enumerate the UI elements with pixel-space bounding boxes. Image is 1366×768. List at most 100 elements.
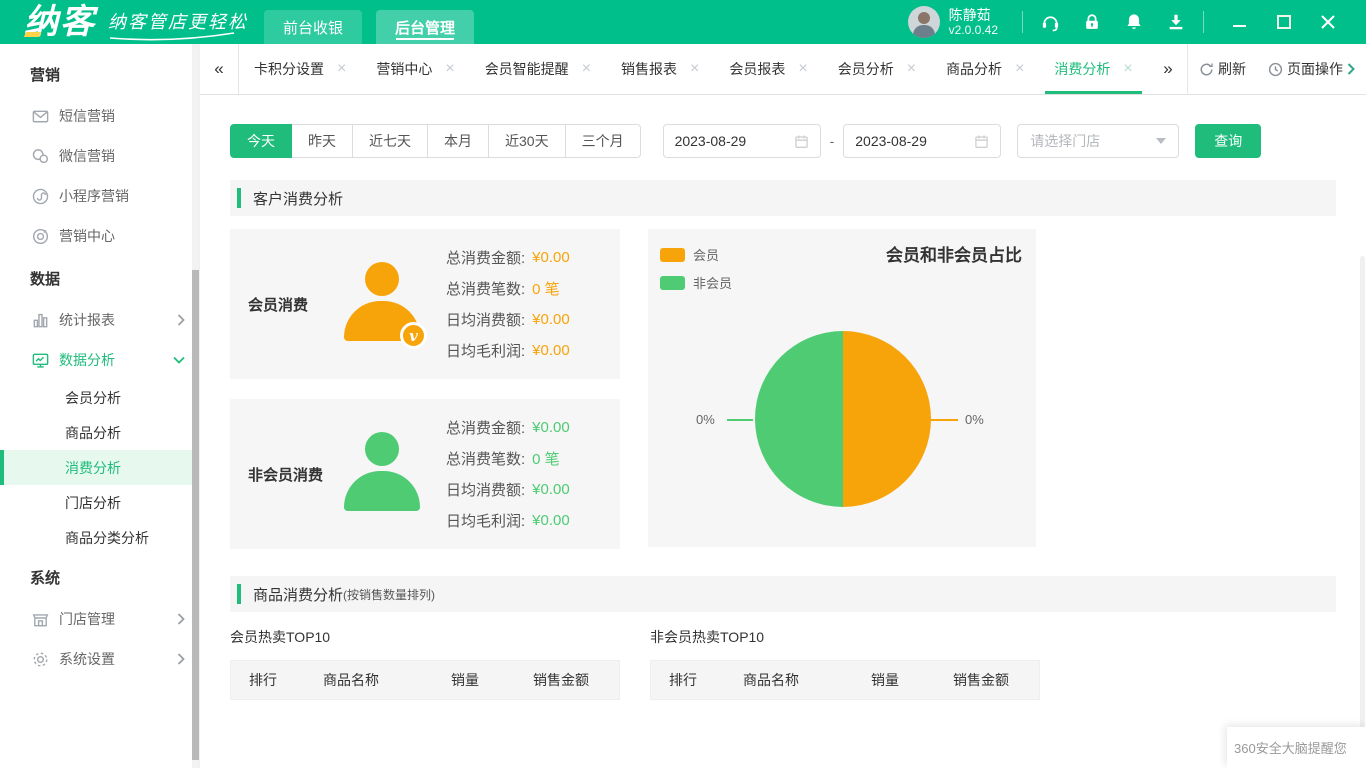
legend-swatch-member: [660, 247, 685, 262]
sidebar-item-marketing-center[interactable]: 营销中心: [0, 216, 199, 256]
sidebar-item-statistic-reports[interactable]: 统计报表: [0, 300, 199, 340]
legend-item-nonmember[interactable]: 非会员: [660, 273, 732, 292]
user-name: 陈静茹: [948, 7, 991, 23]
sidebar-item-miniprogram-marketing[interactable]: 小程序营销: [0, 176, 199, 216]
member-consumption-card: 会员消费 v 总消费金额: ¥0.00 总消费笔数: 0 笔 日均消费额: ¥0…: [230, 229, 620, 379]
sidebar-item-sms-marketing[interactable]: 短信营销: [0, 96, 199, 136]
range-last30days-button[interactable]: 近30天: [488, 124, 566, 158]
stat-row: 日均消费额: ¥0.00: [446, 481, 570, 499]
date-from-input[interactable]: 2023-08-29: [662, 124, 821, 158]
wechat-icon: [30, 146, 50, 166]
query-button[interactable]: 查询: [1195, 124, 1262, 158]
sidebar-item-system-settings[interactable]: 系统设置: [0, 639, 199, 679]
stat-row: 总消费笔数: 0 笔: [446, 451, 560, 468]
sidebar-item-data-analysis[interactable]: 数据分析: [0, 340, 199, 380]
section-accent-bar: [237, 188, 241, 208]
close-icon[interactable]: ×: [445, 61, 454, 77]
gear-icon: [30, 649, 50, 669]
sidebar-subitem-consumption-analysis[interactable]: 消费分析: [0, 450, 199, 485]
tabs-scroll-right-button[interactable]: »: [1149, 44, 1187, 94]
pie-callout-right: [931, 419, 958, 421]
sidebar-subitem-product-category-analysis[interactable]: 商品分类分析: [0, 520, 199, 555]
download-icon[interactable]: [1155, 12, 1197, 32]
tab-member-report[interactable]: 会员报表 ×: [714, 44, 822, 94]
sidebar-subitem-store-analysis[interactable]: 门店分析: [0, 485, 199, 520]
sidebar-section-system: 系统: [30, 569, 61, 587]
customer-analysis-row: 会员消费 v 总消费金额: ¥0.00 总消费笔数: 0 笔 日均消费额: ¥0…: [230, 229, 1336, 549]
sidebar-section-marketing: 营销: [30, 66, 61, 84]
legend-item-member[interactable]: 会员: [660, 245, 732, 264]
tab-member-smart-reminder[interactable]: 会员智能提醒 ×: [470, 44, 606, 94]
tab-card-points-settings[interactable]: 卡积分设置 ×: [239, 44, 361, 94]
tab-bar: « 卡积分设置 × 营销中心 × 会员智能提醒 × 销售报表 × 会员报表 × …: [200, 44, 1366, 95]
store-select[interactable]: 请选择门店: [1017, 124, 1180, 158]
close-icon[interactable]: ×: [798, 61, 807, 77]
tab-sales-report[interactable]: 销售报表 ×: [606, 44, 714, 94]
pie-label-nonmember-percent: 0%: [696, 412, 715, 427]
date-to-input[interactable]: 2023-08-29: [843, 124, 1002, 158]
range-thismonth-button[interactable]: 本月: [427, 124, 489, 158]
close-icon[interactable]: ×: [1123, 61, 1132, 77]
tagline-swoosh: [109, 32, 235, 41]
pie-chart-panel: 会员 非会员 会员和非会员占比 0% 0%: [648, 229, 1036, 547]
app-logo: 纳客: [23, 0, 96, 44]
topbar-divider: [1022, 11, 1023, 33]
close-icon[interactable]: ×: [1015, 61, 1024, 77]
range-last7days-button[interactable]: 近七天: [352, 124, 428, 158]
maximize-button[interactable]: [1262, 15, 1306, 29]
nav-backend-admin-button[interactable]: 后台管理: [376, 10, 475, 44]
app-header: 纳客 纳客管店更轻松 前台收银 后台管理 陈静茹 v2.0.0.42: [0, 0, 1366, 44]
tab-marketing-center[interactable]: 营销中心 ×: [361, 44, 469, 94]
target-icon: [30, 226, 50, 246]
tab-consumption-analysis[interactable]: 消费分析 ×: [1039, 44, 1147, 94]
sidebar-item-wechat-marketing[interactable]: 微信营销: [0, 136, 199, 176]
page-operations-button[interactable]: 页面操作: [1257, 59, 1366, 79]
member-top10-table: 会员热卖TOP10 排行 商品名称 销量 销售金额: [230, 612, 620, 700]
chevron-down-icon: [173, 356, 185, 364]
close-icon[interactable]: ×: [582, 61, 591, 77]
pie-chart: [755, 331, 931, 507]
logo-accent-mark: [23, 32, 42, 37]
range-today-button[interactable]: 今天: [230, 124, 292, 158]
nonmember-person-icon: [334, 432, 430, 516]
main-scrollbar-thumb[interactable]: [1360, 256, 1365, 768]
range-threemonths-button[interactable]: 三个月: [564, 124, 641, 158]
bell-icon[interactable]: [1113, 12, 1155, 32]
security-toast: 360安全大脑提醒您: [1227, 727, 1366, 768]
consumption-cards-column: 会员消费 v 总消费金额: ¥0.00 总消费笔数: 0 笔 日均消费额: ¥0…: [230, 229, 620, 549]
bar-chart-icon: [30, 310, 50, 330]
page-ops-icon: [1268, 62, 1283, 77]
analytics-icon: [30, 350, 50, 370]
pie-label-member-percent: 0%: [965, 412, 984, 427]
window-controls: [1218, 15, 1350, 29]
sidebar-item-store-management[interactable]: 门店管理: [0, 599, 199, 639]
calendar-icon: [794, 135, 808, 148]
stat-row: 日均毛利润: ¥0.00: [446, 342, 570, 360]
chevron-right-icon: [177, 653, 185, 665]
refresh-button[interactable]: 刷新: [1188, 59, 1257, 79]
tab-product-analysis[interactable]: 商品分析 ×: [931, 44, 1039, 94]
sidebar-subitem-member-analysis[interactable]: 会员分析: [0, 380, 199, 415]
close-icon[interactable]: ×: [907, 61, 916, 77]
customer-consumption-section-header: 客户消费分析: [230, 180, 1336, 216]
minimize-button[interactable]: [1218, 15, 1262, 29]
close-icon[interactable]: ×: [690, 61, 699, 77]
stat-row: 日均毛利润: ¥0.00: [446, 512, 570, 530]
sidebar-subitem-product-analysis[interactable]: 商品分析: [0, 415, 199, 450]
close-icon[interactable]: ×: [337, 61, 346, 77]
tabs-scroll-left-button[interactable]: «: [200, 44, 238, 94]
product-consumption-section-header: 商品消费分析 (按销售数量排列): [230, 576, 1336, 612]
pie-chart-title: 会员和非会员占比: [886, 246, 1022, 265]
range-yesterday-button[interactable]: 昨天: [291, 124, 353, 158]
stat-row: 总消费笔数: 0 笔: [446, 281, 560, 298]
lock-icon[interactable]: [1071, 12, 1113, 32]
miniprogram-icon: [30, 186, 50, 206]
top-nav: 前台收银 后台管理: [264, 0, 488, 44]
user-block[interactable]: 陈静茹 v2.0.0.42: [907, 6, 998, 38]
nav-front-cashier-button[interactable]: 前台收银: [264, 10, 363, 44]
tab-member-analysis[interactable]: 会员分析 ×: [823, 44, 931, 94]
sidebar: 营销 短信营销 微信营销 小程序营销 营销中心 数据 统计报表 数据分析 会员分…: [0, 44, 200, 768]
customer-service-icon[interactable]: [1029, 12, 1071, 33]
close-button[interactable]: [1306, 15, 1350, 29]
sidebar-scrollbar-thumb[interactable]: [192, 270, 199, 760]
